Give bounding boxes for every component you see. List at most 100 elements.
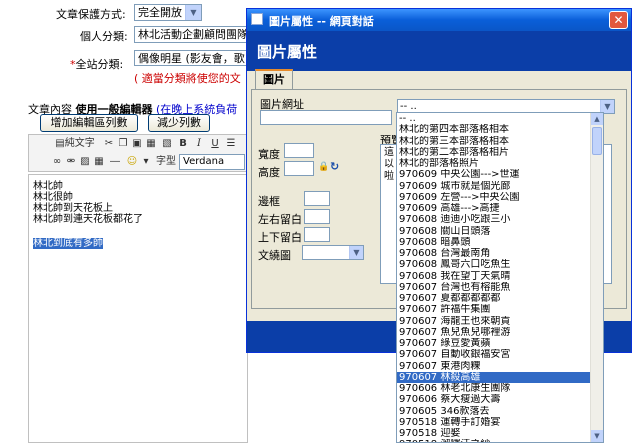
editor-toolbar: ▤純文字 ✂ ❐ ▣ ▦ ▧ B I U ☰ ∞ ⚮ ▨ ▦ ― ☺ ▾ 字型 … [28,134,248,172]
image-icon[interactable]: ▧ [161,136,173,152]
url-option-item[interactable]: 林北的第四本部落格相本 [397,124,591,135]
url-option-item[interactable]: 970605 346款落去 [397,406,591,417]
cut-icon[interactable]: ✂ [103,136,115,152]
url-option-item[interactable]: 970607 林殺高雄 [397,371,591,383]
url-option-item[interactable]: 林北的第三本部落格相本 [397,136,591,147]
url-dropdown-value: -- .. [400,101,417,112]
height-input[interactable] [284,161,314,176]
url-option-item[interactable]: 970518 運轉手訂婚宴 [397,417,591,428]
dialog-titlebar: 圖片屬性 -- 網頁對話 ✕ [247,9,631,31]
unlink-icon[interactable]: ⚮ [65,154,77,170]
url-option-item[interactable]: 970606 林老北康生團隊 [397,383,591,394]
scroll-up-icon[interactable]: ▲ [591,113,603,125]
dialog-title: 圖片屬性 -- 網頁對話 [269,15,374,28]
site-category-value: 偶像明星 (影友會，歌 [138,52,245,65]
smiley-icon[interactable]: ☺ [125,154,139,170]
font-label: 字型 [156,156,176,167]
italic-icon[interactable]: I [193,136,205,152]
more-chevron-icon[interactable]: ▾ [141,154,151,170]
url-options-items: -- .. 林北的第四本部落格相本 林北的第三本部落格相本 林北的第二本部落格相片 林北… [397,113,591,442]
copy-icon[interactable]: ❐ [117,136,129,152]
width-label: 寬度 [258,148,280,161]
lock-icon[interactable]: 🔒 [318,162,329,172]
add-rows-button[interactable]: 增加編輯區列數 [40,114,138,132]
url-option-item[interactable]: -- .. [397,113,591,124]
url-option-item[interactable]: 970608 關山日頭落 [397,226,591,237]
editor-content-area[interactable]: 林北帥 林北很帥 林北帥到天花板上 林北帥到連天花板都花了 林北到底有多帥 [28,174,248,443]
url-option-item[interactable]: 970608 鳳哥六口吃魚生 [397,259,591,270]
paste-text-icon[interactable]: ▦ [145,136,157,152]
vspace-label: 上下留白 [258,231,302,244]
url-option-item[interactable]: 970607 東港肉粿 [397,361,591,372]
dialog-heading: 圖片屬性 [257,43,318,61]
url-option-item[interactable]: 林北的部落格照片 [397,158,591,169]
border-input[interactable] [304,191,330,206]
url-option-item[interactable]: 970609 高雄--->高捷 [397,203,591,214]
font-select[interactable]: Verdana [179,154,245,170]
personal-category-select[interactable]: 林北活動企劃顧問團隊 [134,26,254,43]
border-label: 邊框 [258,195,280,208]
url-option-item[interactable]: 970607 魚兒魚兒哪裡游 [397,327,591,338]
url-option-item[interactable]: 970518 迎娶 [397,428,591,439]
bold-icon[interactable]: B [177,136,189,152]
protect-select-value: 完全開放 [138,6,182,19]
editor-line-selected: 林北到底有多帥 [33,238,103,249]
remove-rows-button[interactable]: 減少列數 [148,114,210,132]
url-option-item[interactable]: 970607 夏都都都都都 [397,293,591,304]
paste-icon[interactable]: ▣ [131,136,143,152]
url-option-item[interactable]: 970609 左營--->中央公園 [397,192,591,203]
protect-label: 文章保護方式: [56,8,126,21]
tab-image[interactable]: 圖片 [255,69,293,89]
chevron-down-icon: ▼ [349,246,363,259]
scroll-thumb[interactable] [592,127,602,155]
scroll-down-icon[interactable]: ▼ [591,430,603,442]
url-option-item[interactable]: 970608 我在望丁天氣晴 [397,271,591,282]
align-label: 文繞圖 [258,249,291,262]
rule-icon[interactable]: ― [109,154,121,170]
url-option-item[interactable]: 970609 城市就是個光廊 [397,181,591,192]
editor-line: 林北帥 [33,181,63,192]
url-option-item[interactable]: 970607 台灣也有榕能魚 [397,282,591,293]
insert-image-icon[interactable]: ▨ [79,154,91,170]
close-icon[interactable]: ✕ [609,11,628,29]
personal-category-value: 林北活動企劃顧問團隊 [138,28,248,41]
editor-line: 林北很帥 [33,192,73,203]
protect-select[interactable]: 完全開放 ▼ [134,4,202,21]
url-option-item[interactable]: 970518 溜釋汗之紗 [397,439,591,442]
editor-text: 林北帥 林北很帥 林北帥到天花板上 林北帥到連天花板都花了 林北到底有多帥 [33,181,143,249]
url-option-item[interactable]: 林北的第二本部落格相片 [397,147,591,158]
url-input[interactable] [260,110,392,125]
hspace-input[interactable] [304,209,330,224]
url-option-item[interactable]: 970608 台灣最南角 [397,248,591,259]
url-option-item[interactable]: 970607 自動收銀福安宮 [397,349,591,360]
url-option-item[interactable]: 970608 暗鼻頭 [397,237,591,248]
page-icon [251,13,263,25]
vspace-input[interactable] [304,227,330,242]
hspace-label: 左右留白 [258,213,302,226]
height-label: 高度 [258,166,280,179]
refresh-icon[interactable]: ↻ [330,160,339,173]
site-category-hint: ( 適當分類將使您的文 [134,72,241,85]
url-options-list[interactable]: -- .. 林北的第四本部落格相本 林北的第三本部落格相本 林北的第二本部落格相片 林北… [396,112,604,443]
site-category-select[interactable]: 偶像明星 (影友會，歌 [134,50,252,66]
link-icon[interactable]: ∞ [51,154,63,170]
url-option-item[interactable]: 970607 綠豆愛黃蘋 [397,338,591,349]
align-select[interactable]: ▼ [302,245,364,260]
underline-icon[interactable]: U [209,136,221,152]
editor-line: 林北帥到連天花板都花了 [33,214,143,225]
align-left-icon[interactable]: ☰ [225,136,237,152]
font-select-value: Verdana [183,156,225,167]
url-option-item[interactable]: 970606 蔡大瘦過大壽 [397,394,591,405]
plaintext-button[interactable]: ▤純文字 [51,136,99,152]
width-input[interactable] [284,143,314,158]
editor-line: 林北帥到天花板上 [33,203,113,214]
document-icon: ▤ [55,138,65,149]
url-option-item[interactable]: 970608 迪迪小吃跟三小 [397,214,591,225]
url-option-item[interactable]: 970609 中央公園--->世運 [397,169,591,180]
list-scrollbar[interactable]: ▲ ▼ [590,113,603,442]
table-icon[interactable]: ▦ [93,154,105,170]
url-option-item[interactable]: 970607 海龍王也來朝貢 [397,316,591,327]
url-option-item[interactable]: 970607 許福牛集團 [397,304,591,315]
site-category-label: *全站分類: [70,58,124,71]
